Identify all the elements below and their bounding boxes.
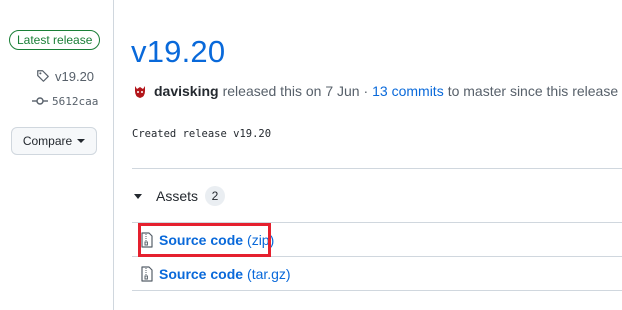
asset-name[interactable]: Source code (159, 232, 243, 248)
asset-row-zip[interactable]: Source code (zip) (132, 223, 622, 257)
assets-count-badge: 2 (205, 186, 226, 206)
triangle-down-icon (134, 193, 142, 199)
release-sidebar: Latest release v19.20 5612caa Compare (0, 0, 113, 310)
to-master-text: to master since this release (447, 83, 619, 99)
assets-label: Assets (156, 188, 199, 204)
file-zip-icon (141, 231, 153, 248)
section-divider (132, 168, 622, 169)
tag-name: v19.20 (55, 68, 95, 84)
release-body: Created release v19.20 (132, 128, 272, 140)
release-meta: davisking released this on 7 Jun · 13 co… (132, 83, 618, 99)
compare-button-label: Compare (22, 134, 73, 148)
asset-row-targz[interactable]: Source code (tar.gz) (132, 257, 622, 291)
latest-release-badge: Latest release (9, 30, 101, 50)
author-link[interactable]: davisking (154, 83, 219, 99)
compare-button[interactable]: Compare (11, 127, 97, 155)
assets-toggle[interactable]: Assets 2 (134, 185, 226, 207)
git-commit-icon (32, 97, 48, 105)
commit-link[interactable]: 5612caa (32, 93, 98, 109)
release-title[interactable]: v19.20 (131, 34, 225, 70)
chevron-down-icon (77, 139, 86, 143)
avatar[interactable] (132, 83, 148, 99)
file-zip-icon (141, 265, 153, 282)
release-main: v19.20 davisking released this on 7 Jun … (114, 0, 622, 310)
commits-link[interactable]: 13 commits (372, 83, 444, 99)
asset-ext[interactable]: (zip) (247, 232, 274, 248)
asset-name[interactable]: Source code (159, 266, 243, 282)
assets-list: Source code (zip) Source code (tar.gz) (132, 222, 622, 291)
commit-hash: 5612caa (52, 94, 99, 108)
released-text: released this on 7 Jun · (222, 83, 369, 99)
tag-link[interactable]: v19.20 (36, 67, 94, 85)
tag-icon (37, 70, 49, 82)
asset-ext[interactable]: (tar.gz) (247, 266, 291, 282)
